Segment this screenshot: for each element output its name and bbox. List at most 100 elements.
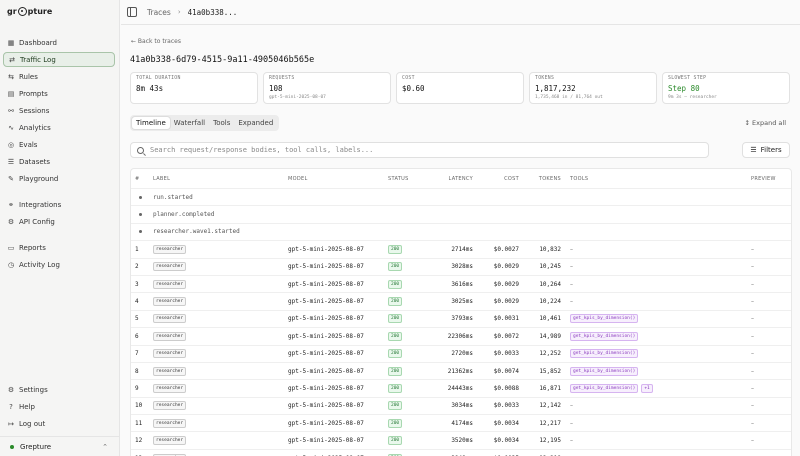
model-name: gpt-5-mini-2025-08-07	[288, 315, 364, 323]
preview-value: –	[751, 367, 754, 375]
sidebar-item-help[interactable]: ? Help	[3, 399, 115, 414]
cost-value: $0.0074	[493, 367, 519, 375]
tab-waterfall[interactable]: Waterfall	[170, 117, 209, 129]
sidebar-item-log-out[interactable]: ↦ Log out	[3, 416, 115, 431]
event-row[interactable]: run.started	[131, 189, 791, 207]
more-tools-badge[interactable]: +1	[641, 383, 653, 393]
event-row[interactable]: planner.completed	[131, 206, 791, 224]
preview-value: –	[751, 350, 754, 358]
model-name: gpt-5-mini-2025-08-07	[288, 402, 364, 410]
sidebar-item-analytics[interactable]: ∿ Analytics	[3, 120, 115, 135]
cost-value: $0.0029	[493, 298, 519, 306]
cost-value: $0.0033	[493, 350, 519, 358]
sidebar-item-integrations[interactable]: ⚭ Integrations	[3, 197, 115, 212]
datasets-icon: ☰	[7, 157, 15, 166]
search-placeholder: Search request/response bodies, tool cal…	[150, 146, 374, 154]
col-tokens: TOKENS	[538, 175, 561, 182]
label-badge: researcher	[153, 262, 187, 272]
sidebar-item-activity-log[interactable]: ◷ Activity Log	[3, 257, 115, 272]
table-row[interactable]: 2 researcher gpt-5-mini-2025-08-07 200 3028m…	[131, 259, 791, 276]
stat-label: REQUESTS	[269, 76, 295, 81]
logo[interactable]: gr pture	[7, 5, 52, 17]
cost-value: $0.0034	[493, 437, 519, 445]
status-badge: 200	[388, 279, 403, 289]
stat-value: 8m 43s	[136, 84, 164, 93]
sidebar-item-label: Evals	[19, 140, 38, 149]
sidebar-item-rules[interactable]: ⇆ Rules	[3, 69, 115, 84]
sidebar-item-label: Settings	[19, 385, 48, 394]
sidebar-item-prompts[interactable]: ▤ Prompts	[3, 86, 115, 101]
event-row[interactable]: researcher.wave1.started	[131, 224, 791, 242]
sidebar-item-label: Playground	[19, 174, 59, 183]
sidebar-item-traffic-log[interactable]: ⇄ Traffic Log	[3, 52, 115, 67]
sidebar-item-evals[interactable]: ◎ Evals	[3, 137, 115, 152]
table-row[interactable]: 10 researcher gpt-5-mini-2025-08-07 200 3034…	[131, 398, 791, 416]
col-cost: COST	[504, 175, 519, 182]
table-row[interactable]: 11 researcher gpt-5-mini-2025-08-07 200 4174…	[131, 415, 791, 433]
tools-cell: –	[570, 298, 573, 305]
latency-value: 24443ms	[447, 384, 473, 392]
col-status: STATUS	[388, 175, 409, 182]
sidebar-item-api-config[interactable]: ⚙ API Config	[3, 214, 115, 229]
logo-prefix: gr	[7, 6, 17, 16]
table-row[interactable]: 1 researcher gpt-5-mini-2025-08-07 200 2714m…	[131, 241, 791, 259]
expand-all-button[interactable]: ↕ Expand all	[745, 119, 786, 127]
workspace-switcher[interactable]: Grepture ⌃	[0, 436, 120, 456]
traffic-log-icon: ⇄	[9, 55, 15, 64]
latency-value: 3025ms	[451, 298, 473, 306]
table-row[interactable]: 8 researcher gpt-5-mini-2025-08-07 200 21362…	[131, 363, 791, 381]
sidebar-item-settings[interactable]: ⚙ Settings	[3, 382, 115, 397]
table-row[interactable]: 13researchergpt-5-mini-2025-08-072003848…	[131, 450, 791, 456]
cost-value: $0.0033	[493, 402, 519, 410]
table-row[interactable]: 4 researcher gpt-5-mini-2025-08-07 200 3025m…	[131, 293, 791, 311]
table-row[interactable]: 6 researcher gpt-5-mini-2025-08-07 200 22306…	[131, 328, 791, 346]
label-badge: researcher	[153, 331, 187, 341]
event-label: researcher.wave1.started	[153, 228, 240, 236]
col-label: LABEL	[153, 175, 171, 182]
latency-value: 22306ms	[447, 332, 473, 340]
table-row[interactable]: 9 researcher gpt-5-mini-2025-08-07 200 24443…	[131, 380, 791, 398]
tab-tools[interactable]: Tools	[209, 117, 234, 129]
search-input[interactable]: Search request/response bodies, tool cal…	[130, 142, 709, 158]
table-header: # LABEL MODEL STATUS LATENCY COST TOKENS…	[131, 169, 791, 189]
back-to-traces-link[interactable]: ← Back to traces	[131, 38, 181, 45]
table-row[interactable]: 3 researcher gpt-5-mini-2025-08-07 200 3616m…	[131, 276, 791, 294]
stat-card-tokens: TOKENS 1,817,232 1,735,468 in / 81,764 out	[529, 72, 657, 104]
tools-cell: get_kpis_by_dimension()	[570, 366, 639, 376]
row-number: 8	[135, 367, 139, 375]
table-row[interactable]: 5 researcher gpt-5-mini-2025-08-07 200 3793m…	[131, 311, 791, 329]
sidebar-item-reports[interactable]: ▭ Reports	[3, 240, 115, 255]
tab-timeline[interactable]: Timeline	[132, 117, 170, 129]
sidebar-item-datasets[interactable]: ☰ Datasets	[3, 154, 115, 169]
label-badge: researcher	[153, 418, 187, 428]
row-number: 1	[135, 245, 139, 253]
nav-primary: ▦ Dashboard ⇄ Traffic Log ⇆ Rules ▤ Prompts ⚯ Ses…	[3, 35, 115, 188]
status-badge: 200	[388, 418, 403, 428]
preview-value: –	[751, 437, 754, 445]
stat-card-requests: REQUESTS 108 gpt-5-mini-2025-08-07	[263, 72, 391, 104]
model-name: gpt-5-mini-2025-08-07	[288, 280, 364, 288]
sidebar-item-dashboard[interactable]: ▦ Dashboard	[3, 35, 115, 50]
preview-value: –	[751, 402, 754, 410]
tab-expanded[interactable]: Expanded	[234, 117, 277, 129]
playground-icon: ✎	[8, 174, 14, 183]
sidebar-item-playground[interactable]: ✎ Playground	[3, 171, 115, 186]
table-row[interactable]: 12 researcher gpt-5-mini-2025-08-07 200 3520…	[131, 432, 791, 450]
stat-card-slowest-step: SLOWEST STEP Step 80 9m 3s — researcher	[662, 72, 790, 104]
dashboard-icon: ▦	[7, 38, 15, 47]
table-row[interactable]: 7 researcher gpt-5-mini-2025-08-07 200 2720m…	[131, 346, 791, 363]
tools-cell: –	[570, 246, 573, 253]
sidebar-toggle-icon[interactable]	[127, 7, 137, 17]
status-badge: 200	[388, 244, 403, 254]
tools-cell: get_kpis_by_dimension()	[570, 331, 639, 341]
breadcrumb-traces[interactable]: Traces	[147, 8, 171, 17]
sidebar-item-label: Reports	[19, 243, 46, 252]
label-badge: researcher	[153, 279, 187, 289]
status-badge: 200	[388, 436, 403, 446]
tools-cell: –	[570, 402, 573, 409]
cost-value: $0.0031	[493, 315, 519, 323]
tool-badge: get_kpis_by_dimension()	[570, 383, 639, 393]
requests-table: # LABEL MODEL STATUS LATENCY COST TOKENS…	[130, 168, 792, 456]
filters-button[interactable]: ☰ Filters	[742, 142, 790, 158]
sidebar-item-sessions[interactable]: ⚯ Sessions	[3, 103, 115, 118]
